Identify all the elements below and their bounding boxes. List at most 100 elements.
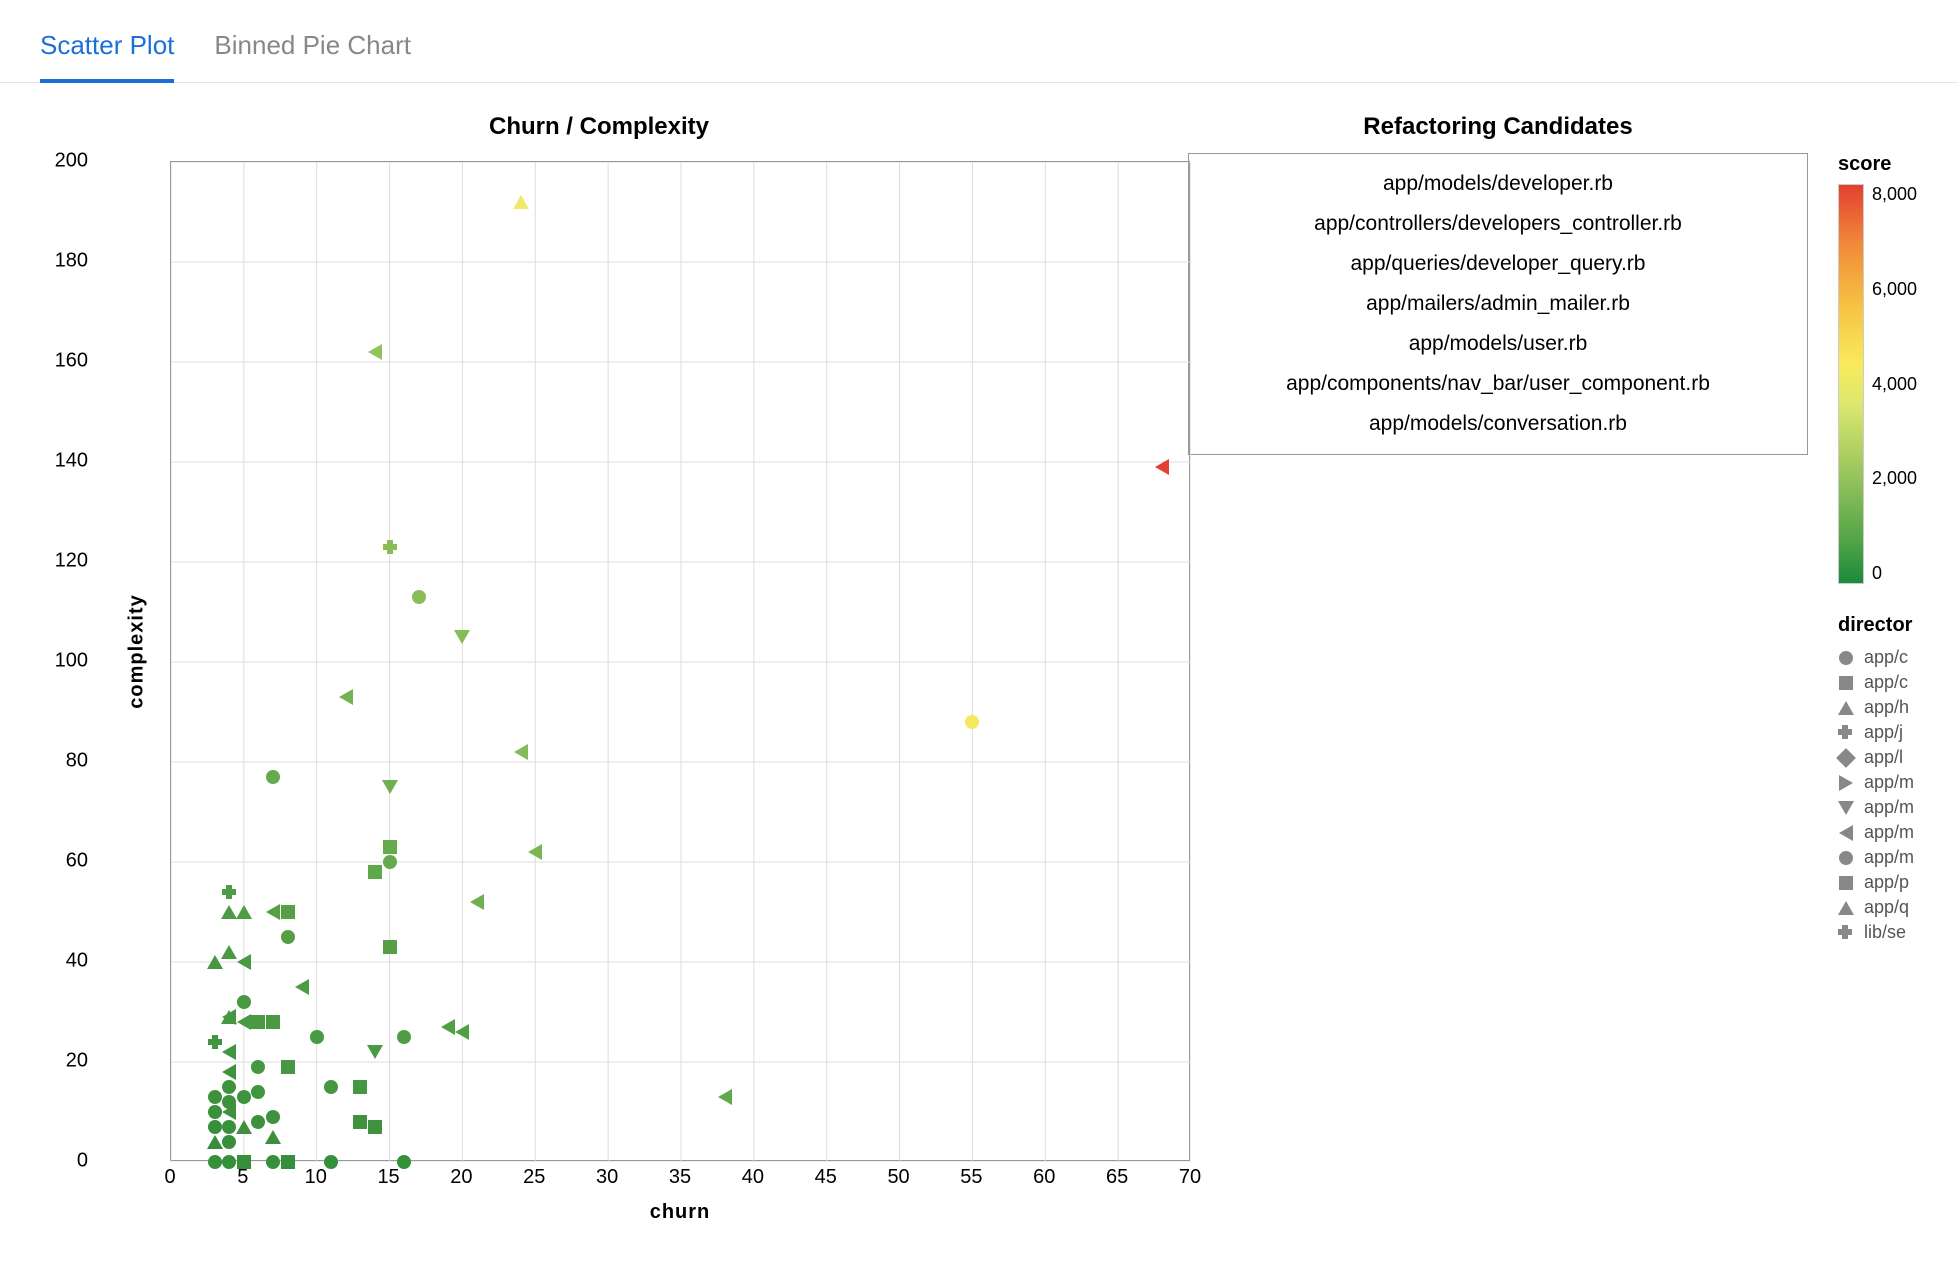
- legend-item: app/j: [1838, 720, 1938, 745]
- x-tick: 60: [1033, 1166, 1055, 1189]
- colorbar-tick: 2,000: [1872, 468, 1917, 489]
- data-point: [383, 840, 397, 854]
- candidate-item: app/controllers/developers_controller.rb: [1219, 204, 1777, 244]
- data-point: [222, 1080, 236, 1094]
- data-point: [266, 770, 280, 784]
- tabs: Scatter Plot Binned Pie Chart: [0, 0, 1958, 83]
- data-point: [266, 904, 280, 920]
- data-point: [222, 1120, 236, 1134]
- data-point: [528, 844, 542, 860]
- y-tick: 100: [55, 650, 88, 673]
- legend-label: app/q: [1864, 897, 1909, 918]
- tri-right-icon: [1838, 775, 1854, 791]
- colorbar-tick: 0: [1872, 563, 1917, 584]
- legend-item: app/m: [1838, 820, 1938, 845]
- chart-title: Churn / Complexity: [40, 113, 1158, 141]
- data-point: [281, 905, 295, 919]
- data-point: [353, 1080, 367, 1094]
- legend-item: app/m: [1838, 770, 1938, 795]
- x-tick: 10: [305, 1166, 327, 1189]
- x-tick: 70: [1179, 1166, 1201, 1189]
- data-point: [207, 1135, 223, 1149]
- x-tick: 25: [523, 1166, 545, 1189]
- plot-area: [170, 161, 1190, 1161]
- legend-label: app/c: [1864, 672, 1908, 693]
- legend-label: app/l: [1864, 747, 1903, 768]
- data-point: [207, 955, 223, 969]
- square-icon: [1838, 675, 1854, 691]
- legend-label: app/m: [1864, 847, 1914, 868]
- legend-item: app/l: [1838, 745, 1938, 770]
- candidate-item: app/models/user.rb: [1219, 324, 1777, 364]
- tri-left-icon: [1838, 825, 1854, 841]
- data-point: [339, 689, 353, 705]
- diamond-icon: [1838, 750, 1854, 766]
- circle-icon: [1838, 850, 1854, 866]
- data-point: [367, 1045, 383, 1059]
- tab-scatter[interactable]: Scatter Plot: [40, 30, 174, 83]
- data-point: [718, 1089, 732, 1105]
- y-tick: 20: [66, 1050, 88, 1073]
- x-tick: 30: [596, 1166, 618, 1189]
- data-point: [208, 1035, 222, 1049]
- data-point: [383, 940, 397, 954]
- data-point: [221, 905, 237, 919]
- candidate-item: app/queries/developer_query.rb: [1219, 244, 1777, 284]
- legend-item: app/q: [1838, 895, 1938, 920]
- refactoring-candidates: Refactoring Candidates app/models/develo…: [1188, 113, 1808, 1201]
- data-point: [208, 1105, 222, 1119]
- colorbar-tick: 8,000: [1872, 184, 1917, 205]
- data-point: [368, 865, 382, 879]
- x-tick: 0: [164, 1166, 175, 1189]
- data-point: [265, 1130, 281, 1144]
- circle-icon: [1838, 650, 1854, 666]
- x-tick: 50: [887, 1166, 909, 1189]
- data-point: [412, 590, 426, 604]
- shape-legend: app/capp/capp/happ/japp/lapp/mapp/mapp/m…: [1838, 645, 1938, 945]
- y-tick: 40: [66, 950, 88, 973]
- y-tick: 200: [55, 150, 88, 173]
- legend-label: app/c: [1864, 647, 1908, 668]
- x-tick: 65: [1106, 1166, 1128, 1189]
- y-tick: 180: [55, 250, 88, 273]
- data-point: [1155, 459, 1169, 475]
- data-point: [251, 1015, 265, 1029]
- y-tick: 80: [66, 750, 88, 773]
- legend-label: app/m: [1864, 797, 1914, 818]
- data-point: [222, 1009, 236, 1025]
- data-point: [266, 1110, 280, 1124]
- data-point: [514, 744, 528, 760]
- legend-label: app/j: [1864, 722, 1903, 743]
- data-point: [222, 1104, 236, 1120]
- data-point: [251, 1115, 265, 1129]
- data-point: [965, 715, 979, 729]
- candidate-item: app/components/nav_bar/user_component.rb: [1219, 364, 1777, 404]
- legend-item: app/m: [1838, 845, 1938, 870]
- colorbar-tick: 4,000: [1872, 374, 1917, 395]
- data-point: [454, 630, 470, 644]
- x-tick: 45: [815, 1166, 837, 1189]
- data-point: [251, 1085, 265, 1099]
- data-point: [513, 195, 529, 209]
- data-point: [441, 1019, 455, 1035]
- y-tick: 160: [55, 350, 88, 373]
- y-tick: 120: [55, 550, 88, 573]
- data-point: [222, 885, 236, 899]
- legend-item: app/p: [1838, 870, 1938, 895]
- shape-legend-title: director: [1838, 614, 1938, 637]
- data-point: [368, 1120, 382, 1134]
- y-tick: 60: [66, 850, 88, 873]
- legend-label: app/m: [1864, 822, 1914, 843]
- data-point: [397, 1030, 411, 1044]
- data-point: [281, 1060, 295, 1074]
- data-point: [383, 540, 397, 554]
- tri-down-icon: [1838, 800, 1854, 816]
- data-point: [353, 1115, 367, 1129]
- legend-label: app/m: [1864, 772, 1914, 793]
- data-point: [382, 780, 398, 794]
- data-point: [470, 894, 484, 910]
- tab-binned[interactable]: Binned Pie Chart: [214, 30, 411, 83]
- data-point: [281, 1155, 295, 1169]
- candidates-title: Refactoring Candidates: [1188, 113, 1808, 141]
- colorbar-tick: 6,000: [1872, 279, 1917, 300]
